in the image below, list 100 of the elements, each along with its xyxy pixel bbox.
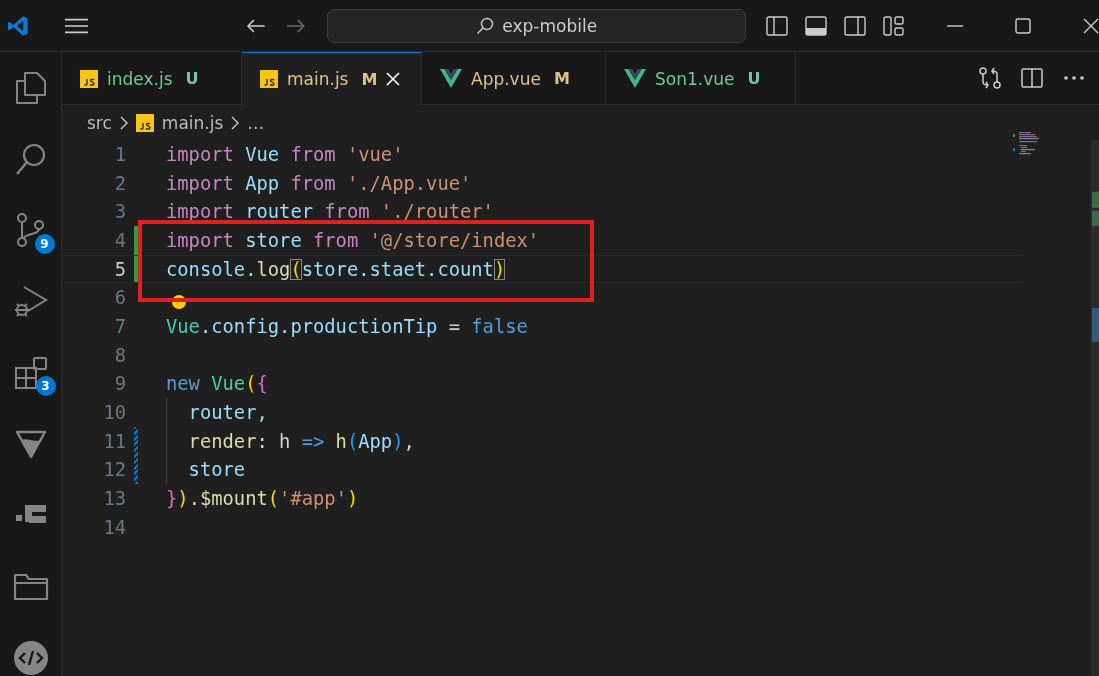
- workspace-name: exp-mobile: [502, 15, 598, 36]
- line-number: 1: [113, 143, 126, 165]
- line-number: 13: [102, 488, 126, 510]
- code-token: ,: [403, 430, 415, 452]
- js-file-icon: [135, 113, 154, 132]
- line-number: 2: [113, 172, 126, 194]
- line-number: 14: [102, 516, 126, 538]
- command-search-field[interactable]: exp-mobile: [327, 8, 746, 43]
- line-number: 3: [113, 201, 126, 223]
- git-status: U: [747, 69, 761, 88]
- matched-bracket: (: [290, 258, 302, 280]
- chevron-right-icon: [119, 115, 128, 130]
- code-token: store: [245, 229, 303, 251]
- search-icon: [476, 16, 495, 35]
- line-number: 5: [113, 258, 126, 280]
- panel-toggle-icon[interactable]: [805, 15, 827, 36]
- code-token: console.: [166, 258, 257, 280]
- code-token: new: [166, 373, 201, 395]
- code-token: h: [335, 430, 347, 452]
- js-file-icon: [260, 70, 278, 88]
- code-token: log: [256, 258, 291, 280]
- code-token: import: [166, 143, 235, 165]
- folder-icon[interactable]: [12, 571, 49, 602]
- code-token: from: [313, 229, 360, 251]
- line-number: 12: [102, 459, 126, 481]
- source-control-icon[interactable]: [14, 213, 47, 248]
- triangle-icon[interactable]: [14, 428, 47, 459]
- line-number: 9: [113, 373, 126, 395]
- code-token: store: [188, 459, 246, 481]
- code-token: false: [471, 315, 528, 337]
- line-number: 11: [102, 430, 126, 452]
- code-token: Vue: [245, 143, 281, 165]
- line-number: 6: [113, 287, 126, 309]
- menu-icon[interactable]: [64, 17, 89, 34]
- code-token: import: [166, 172, 235, 194]
- git-status: M: [553, 69, 570, 88]
- code-token: Vue: [166, 315, 200, 337]
- breadcrumb-item[interactable]: src: [87, 112, 112, 133]
- code-token: from: [290, 172, 337, 194]
- maximize-icon[interactable]: [1015, 17, 1031, 34]
- code-token: './router': [380, 201, 494, 223]
- code-token: (: [346, 430, 359, 452]
- vue-file-icon: [624, 69, 646, 88]
- layout-icon[interactable]: [883, 15, 905, 36]
- code-token: import: [166, 201, 235, 223]
- matched-bracket: ): [493, 258, 506, 280]
- code-token: : h: [256, 430, 292, 452]
- code-token: App: [358, 430, 393, 452]
- chevron-right-icon: [231, 115, 240, 130]
- code-token: '#app': [279, 488, 347, 510]
- code-token: from: [324, 201, 371, 223]
- search-icon[interactable]: [14, 141, 47, 176]
- code-token: router: [245, 201, 314, 223]
- code-token: ): [392, 430, 404, 452]
- code-token: './App.vue': [346, 172, 472, 194]
- code-token: .$mount: [188, 488, 268, 510]
- files-icon[interactable]: [14, 70, 47, 105]
- code-token: 'vue': [346, 143, 404, 165]
- sidebar-toggle-icon[interactable]: [766, 15, 788, 36]
- tab-label: Son1.vue: [655, 68, 735, 89]
- code-token: =>: [301, 430, 326, 452]
- code-token: App: [245, 172, 281, 194]
- code-token: store.staet.count: [301, 258, 494, 280]
- code-token: .config.productionTip: [199, 315, 439, 337]
- breadcrumb-item[interactable]: …: [247, 112, 265, 133]
- code-icon[interactable]: [12, 640, 49, 676]
- line-number: 4: [113, 229, 126, 251]
- tab-label: main.js: [287, 69, 349, 89]
- code-token: }: [166, 488, 178, 510]
- code-token: import: [166, 229, 235, 251]
- code-token: from: [290, 143, 337, 165]
- tab-label: index.js: [107, 68, 173, 89]
- git-status: U: [185, 69, 199, 88]
- back-arrow-icon[interactable]: [246, 17, 266, 34]
- line-number: 7: [113, 315, 126, 337]
- code-token: (: [267, 488, 280, 510]
- notification-badge: 3: [35, 376, 56, 397]
- git-status: M: [361, 69, 378, 89]
- code-token: router,: [188, 402, 268, 424]
- tab-label: App.vue: [471, 68, 541, 89]
- code-token: ): [346, 488, 359, 510]
- js-file-icon: [80, 69, 98, 88]
- code-token: {: [256, 373, 268, 395]
- extensions-icon[interactable]: [13, 355, 48, 390]
- compare-changes-icon[interactable]: [979, 67, 1001, 89]
- breadcrumb-item[interactable]: main.js: [161, 112, 224, 133]
- line-number: 8: [113, 344, 126, 366]
- editor-tab[interactable]: main.js M: [242, 52, 422, 105]
- code-token: ): [177, 488, 189, 510]
- code-token: Vue: [211, 373, 246, 395]
- notification-badge: 9: [34, 233, 55, 254]
- secondary-sidebar-icon[interactable]: [844, 15, 866, 36]
- close-icon[interactable]: [1083, 17, 1099, 34]
- code-token: '@/store/index': [369, 229, 540, 251]
- app-logo-icon: [6, 13, 30, 38]
- split-editor-icon[interactable]: [1021, 67, 1043, 89]
- more-icon[interactable]: [1063, 75, 1085, 81]
- run-debug-icon[interactable]: [13, 284, 48, 319]
- code-token: =: [448, 315, 461, 337]
- line-number: 10: [102, 402, 126, 424]
